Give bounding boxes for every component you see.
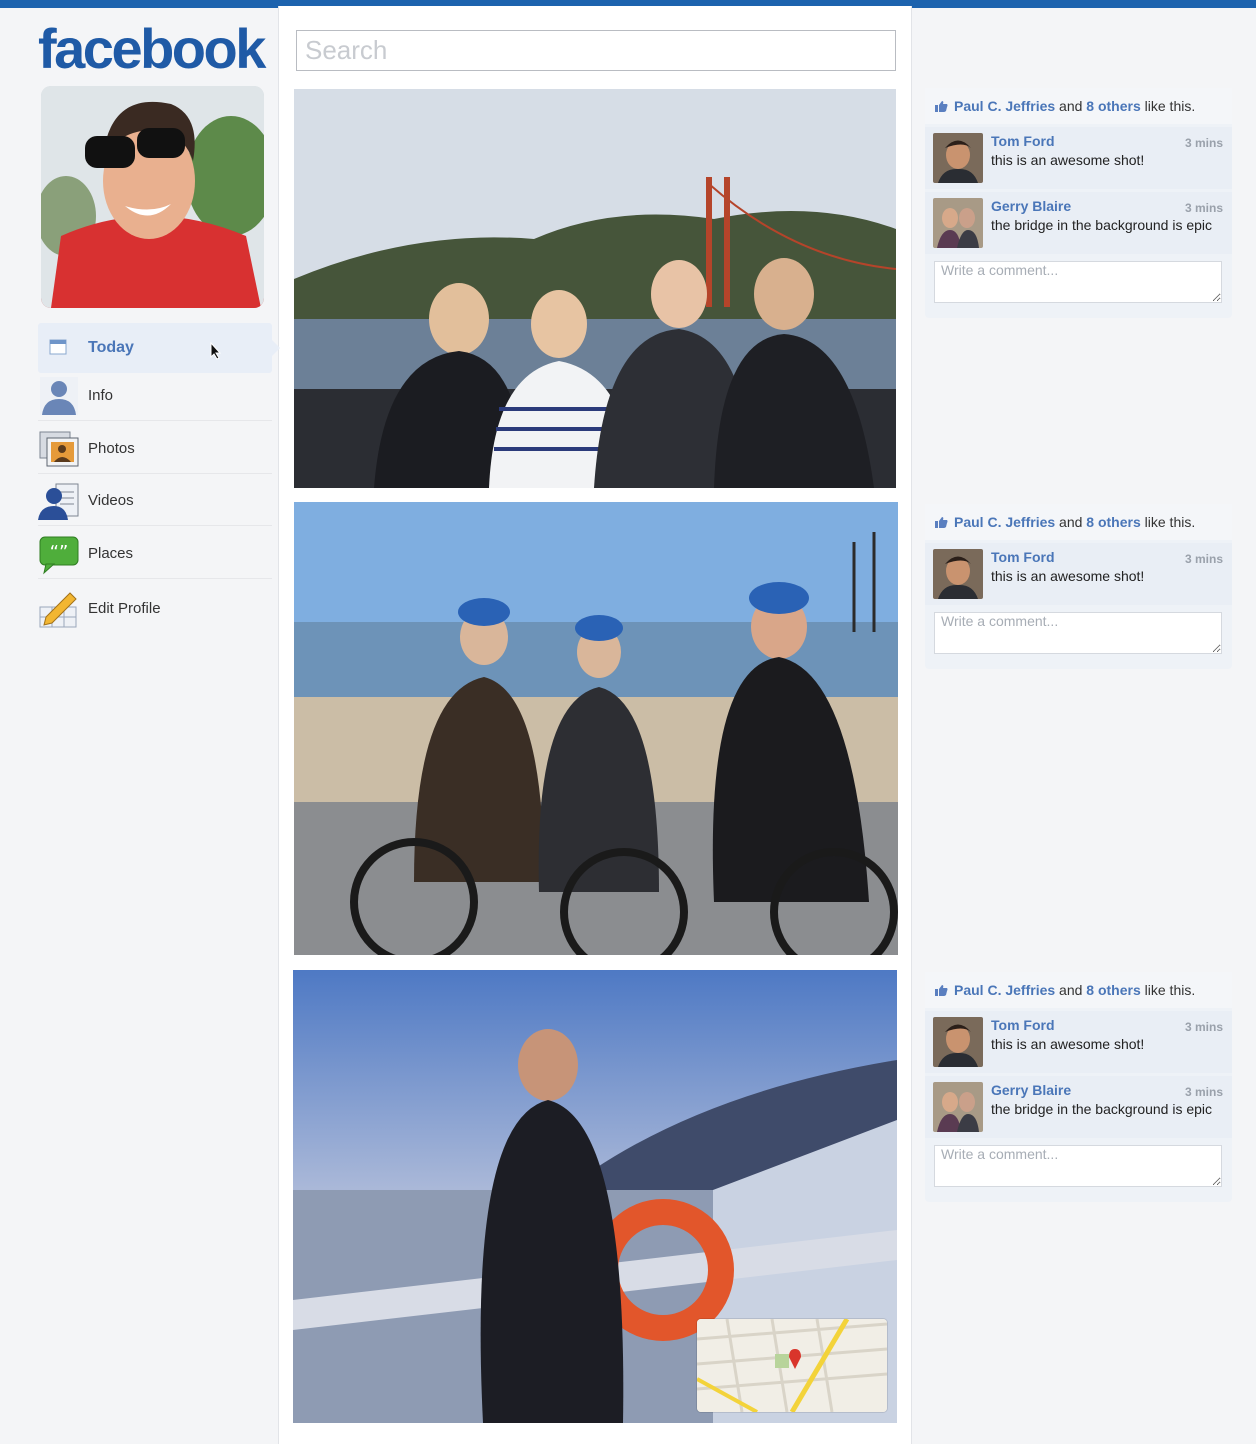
nav-label-edit-profile: Edit Profile: [88, 599, 161, 617]
likes-suffix: like this.: [1144, 514, 1196, 530]
comment: Tom Ford 3 mins this is an awesome shot!: [925, 1011, 1232, 1073]
comment: Tom Ford 3 mins this is an awesome shot!: [925, 543, 1232, 605]
avatar[interactable]: [933, 1017, 983, 1067]
map-art: [697, 1319, 887, 1412]
thumbs-up-icon: [934, 516, 948, 529]
comment-time: 3 mins: [1184, 1020, 1223, 1034]
others-link[interactable]: 8 others: [1086, 982, 1140, 998]
nav-label-videos: Videos: [88, 492, 134, 509]
liker-link[interactable]: Paul C. Jeffries: [954, 98, 1055, 114]
photo-art: [294, 89, 896, 488]
nav-item-photos[interactable]: Photos: [38, 424, 272, 474]
likes-suffix: like this.: [1144, 98, 1196, 114]
comment-text: the bridge in the background is epic: [991, 217, 1213, 233]
likes-and: and: [1059, 98, 1083, 114]
comment-input[interactable]: [934, 261, 1222, 303]
comment-text: this is an awesome shot!: [991, 1036, 1145, 1052]
post-panel-3: Paul C. Jeffries and 8 others like this.…: [925, 972, 1232, 1202]
comment-input[interactable]: [934, 612, 1222, 654]
search-input[interactable]: [296, 30, 896, 71]
comment: Tom Ford 3 mins this is an awesome shot!: [925, 127, 1232, 189]
post-panel-2: Paul C. Jeffries and 8 others like this.…: [925, 504, 1232, 669]
likes-summary: Paul C. Jeffries and 8 others like this.: [925, 504, 1232, 540]
photo-group-golden-gate[interactable]: [294, 89, 896, 488]
profile-photo-art: [41, 86, 264, 308]
comment-time: 3 mins: [1184, 201, 1223, 215]
likes-and: and: [1059, 982, 1083, 998]
nav-item-videos[interactable]: Videos: [38, 476, 272, 526]
comment-time: 3 mins: [1184, 552, 1223, 566]
thumbs-up-icon: [934, 984, 948, 997]
likes-summary: Paul C. Jeffries and 8 others like this.: [925, 972, 1232, 1008]
comment-time: 3 mins: [1184, 136, 1223, 150]
liker-link[interactable]: Paul C. Jeffries: [954, 514, 1055, 530]
photos-icon: [38, 428, 80, 470]
nav-label-today: Today: [88, 339, 134, 356]
facebook-logo[interactable]: facebook: [38, 16, 266, 81]
svg-text:“”: “”: [50, 542, 69, 563]
likes-summary: Paul C. Jeffries and 8 others like this.: [925, 88, 1232, 124]
comment-time: 3 mins: [1184, 1085, 1223, 1099]
comment: Gerry Blaire 3 mins the bridge in the ba…: [925, 192, 1232, 254]
comment-input[interactable]: [934, 1145, 1222, 1187]
others-link[interactable]: 8 others: [1086, 514, 1140, 530]
liker-link[interactable]: Paul C. Jeffries: [954, 982, 1055, 998]
nav-label-places: Places: [88, 545, 134, 562]
comment: Gerry Blaire 3 mins the bridge in the ba…: [925, 1076, 1232, 1138]
avatar[interactable]: [933, 1082, 983, 1132]
speech-bubble-icon: “”: [38, 533, 80, 575]
avatar[interactable]: [933, 549, 983, 599]
mouse-cursor-icon: [210, 342, 222, 360]
profile-picture[interactable]: [41, 86, 264, 308]
likes-suffix: like this.: [1144, 982, 1196, 998]
comment-text: this is an awesome shot!: [991, 152, 1145, 168]
nav-label-photos: Photos: [88, 440, 135, 457]
comment-text: the bridge in the background is epic: [991, 1101, 1213, 1117]
likes-and: and: [1059, 514, 1083, 530]
photo-bike-ride-beach[interactable]: [294, 502, 898, 955]
thumbs-up-icon: [934, 100, 948, 113]
person-icon: [38, 375, 80, 417]
videos-icon: [38, 480, 80, 522]
others-link[interactable]: 8 others: [1086, 98, 1140, 114]
nav-item-edit-profile[interactable]: Edit Profile: [38, 583, 272, 633]
map-thumbnail[interactable]: [697, 1319, 887, 1412]
photo-art: [294, 502, 898, 955]
nav-item-places[interactable]: “” Places: [38, 529, 272, 579]
pencil-icon: [38, 587, 80, 629]
comment-text: this is an awesome shot!: [991, 568, 1145, 584]
calendar-icon: [38, 327, 80, 369]
active-indicator: [272, 340, 280, 356]
avatar[interactable]: [933, 133, 983, 183]
avatar[interactable]: [933, 198, 983, 248]
nav-label-info: Info: [88, 387, 114, 404]
post-panel-1: Paul C. Jeffries and 8 others like this.…: [925, 88, 1232, 318]
nav-item-today[interactable]: Today: [38, 323, 280, 373]
nav-item-info[interactable]: Info: [38, 371, 272, 421]
